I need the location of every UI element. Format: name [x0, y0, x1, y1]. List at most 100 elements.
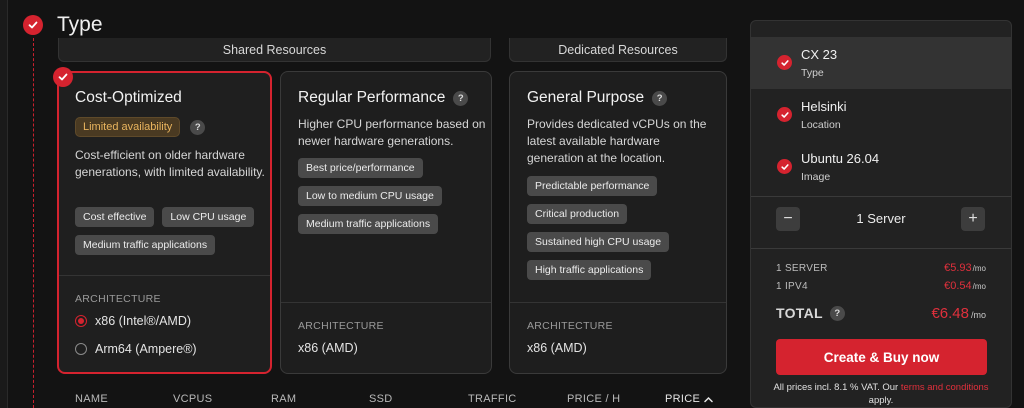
- tag: Cost effective: [75, 207, 155, 227]
- tag: Medium traffic applications: [298, 214, 439, 234]
- tag: Sustained high CPU usage: [527, 232, 670, 252]
- check-icon: [777, 107, 792, 122]
- card-description: Cost-efficient on older hardware generat…: [75, 148, 265, 179]
- architecture-value: x86 (AMD): [527, 341, 587, 355]
- tag: High traffic applications: [527, 260, 652, 280]
- total-label-text: TOTAL: [776, 305, 823, 321]
- selected-check-icon: [53, 67, 73, 87]
- column-header-vcpus[interactable]: VCPUS: [173, 393, 212, 405]
- card-divider: [281, 302, 491, 303]
- radio-selected[interactable]: [75, 315, 87, 327]
- check-icon: [777, 159, 792, 174]
- divider: [751, 248, 1011, 249]
- architecture-label: ARCHITECTURE: [75, 293, 161, 305]
- step-timeline: [33, 38, 34, 408]
- card-title: Regular Performance ?: [298, 89, 469, 107]
- increase-servers-button[interactable]: +: [961, 207, 985, 231]
- summary-item-title: Helsinki: [801, 99, 847, 114]
- price-value: €5.93: [944, 262, 972, 274]
- tag: Critical production: [527, 204, 628, 224]
- type-card-regular-performance[interactable]: Regular Performance ? Higher CPU perform…: [280, 71, 492, 374]
- column-header-name[interactable]: NAME: [75, 393, 108, 405]
- price-value: €6.48: [931, 305, 969, 322]
- summary-item-subtitle: Image: [801, 171, 831, 183]
- card-divider: [59, 275, 270, 276]
- create-and-buy-button[interactable]: Create & Buy now: [776, 339, 987, 375]
- help-icon[interactable]: ?: [652, 90, 668, 106]
- tag: Predictable performance: [527, 176, 658, 196]
- card-title-text: Regular Performance: [298, 89, 446, 106]
- terms-link[interactable]: terms and conditions: [901, 382, 989, 393]
- total-row: TOTAL ? €6.48/mo: [776, 305, 986, 322]
- summary-item-location[interactable]: Helsinki Location: [751, 89, 1011, 141]
- summary-item-type[interactable]: CX 23 Type: [751, 37, 1011, 89]
- total-label: TOTAL ?: [776, 305, 845, 321]
- architecture-label: ARCHITECTURE: [527, 320, 613, 332]
- architecture-label: ARCHITECTURE: [298, 320, 384, 332]
- card-title-text: General Purpose: [527, 89, 645, 106]
- arch-option-label: x86 (Intel®/AMD): [95, 314, 192, 328]
- radio-unselected[interactable]: [75, 343, 87, 355]
- decrease-servers-button[interactable]: −: [776, 207, 800, 231]
- tag: Low CPU usage: [162, 207, 255, 227]
- check-icon: [777, 55, 792, 70]
- vat-note-text: All prices incl. 8.1 % VAT. Our: [773, 382, 901, 393]
- left-scrollbar[interactable]: [0, 0, 8, 408]
- architecture-value: x86 (AMD): [298, 341, 358, 355]
- limited-availability-badge: Limited availability: [75, 117, 181, 137]
- tag: Medium traffic applications: [75, 235, 216, 255]
- step-complete-check-icon: [23, 15, 43, 35]
- order-summary-panel: CX 23 Type Helsinki Location Ubuntu 26.0…: [750, 20, 1012, 408]
- card-title: Cost-Optimized: [75, 89, 182, 107]
- card-description: Higher CPU performance based on newer ha…: [298, 117, 486, 148]
- type-card-general-purpose[interactable]: General Purpose ? Provides dedicated vCP…: [509, 71, 727, 374]
- price-unit: /mo: [972, 282, 986, 291]
- price-unit: /mo: [972, 264, 986, 273]
- price-value: €0.54: [944, 280, 972, 292]
- help-icon[interactable]: ?: [453, 90, 469, 106]
- card-divider: [510, 302, 726, 303]
- tag: Best price/performance: [298, 158, 423, 178]
- section-title: Type: [57, 13, 103, 36]
- server-count: 1 Server: [856, 211, 906, 226]
- card-title-text: Cost-Optimized: [75, 89, 182, 106]
- tag: Low to medium CPU usage: [298, 186, 442, 206]
- summary-item-title: Ubuntu 26.04: [801, 151, 880, 166]
- summary-item-subtitle: Location: [801, 119, 841, 131]
- group-header-shared: Shared Resources: [58, 38, 491, 62]
- line-item-label: 1 IPV4: [776, 281, 808, 292]
- summary-item-subtitle: Type: [801, 67, 824, 79]
- column-header-ssd[interactable]: SSD: [369, 393, 393, 405]
- line-item-label: 1 SERVER: [776, 263, 828, 274]
- availability-row: Limited availability ?: [75, 117, 206, 137]
- arch-option-x86[interactable]: x86 (Intel®/AMD): [75, 314, 191, 328]
- vat-note: All prices incl. 8.1 % VAT. Our terms an…: [771, 381, 991, 407]
- column-header-ram[interactable]: RAM: [271, 393, 296, 405]
- line-item-ipv4: 1 IPV4 €0.54/mo: [776, 280, 986, 292]
- summary-item-image[interactable]: Ubuntu 26.04 Image: [751, 141, 1011, 193]
- arch-option-arm64[interactable]: Arm64 (Ampere®): [75, 342, 197, 356]
- card-tags: Best price/performance Low to medium CPU…: [298, 158, 478, 234]
- line-item-price: €0.54/mo: [944, 280, 986, 292]
- divider: [751, 196, 1011, 197]
- chevron-up-icon: [704, 396, 713, 402]
- arch-option-label: Arm64 (Ampere®): [95, 342, 197, 356]
- vat-note-suffix: apply.: [868, 395, 894, 406]
- line-item-price: €5.93/mo: [944, 262, 986, 274]
- help-icon[interactable]: ?: [190, 119, 206, 135]
- line-item-server: 1 SERVER €5.93/mo: [776, 262, 986, 274]
- column-header-price[interactable]: PRICE: [665, 393, 713, 405]
- group-header-dedicated: Dedicated Resources: [509, 38, 727, 62]
- card-tags: Predictable performance Critical product…: [527, 176, 717, 280]
- price-unit: /mo: [970, 310, 986, 320]
- type-card-cost-optimized[interactable]: Cost-Optimized Limited availability ? Co…: [53, 67, 272, 374]
- total-price: €6.48/mo: [931, 305, 986, 322]
- card-title: General Purpose ?: [527, 89, 668, 107]
- summary-item-title: CX 23: [801, 47, 838, 62]
- card-tags: Cost effective Low CPU usage Medium traf…: [75, 207, 265, 255]
- column-header-price-hourly[interactable]: PRICE / H: [567, 393, 620, 405]
- card-description: Provides dedicated vCPUs on the latest a…: [527, 117, 707, 165]
- column-header-traffic[interactable]: TRAFFIC: [468, 393, 517, 405]
- column-header-price-label: PRICE: [665, 393, 701, 405]
- help-icon[interactable]: ?: [829, 305, 845, 321]
